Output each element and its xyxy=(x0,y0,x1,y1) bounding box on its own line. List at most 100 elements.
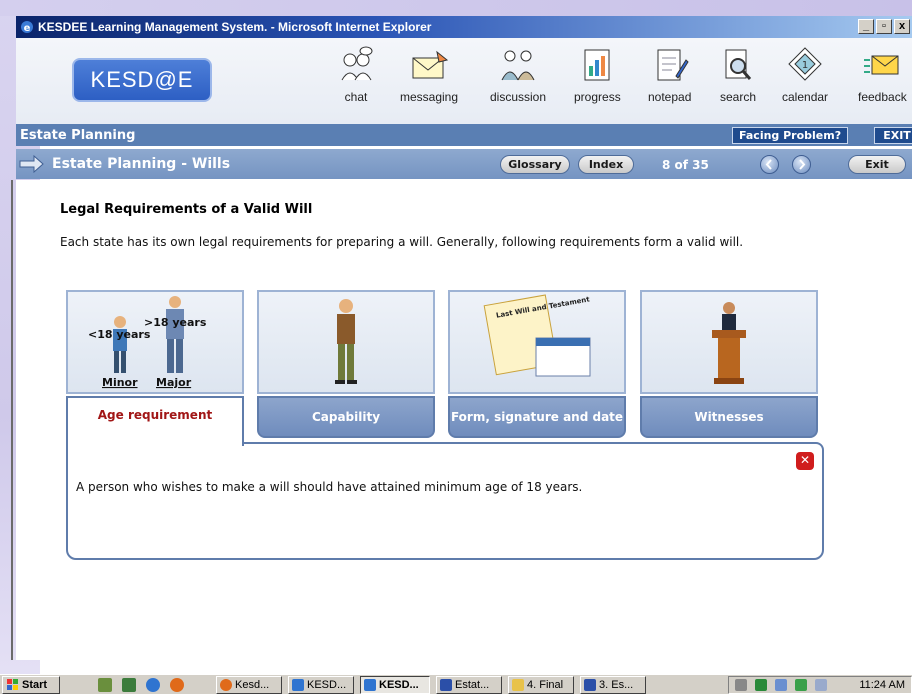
card-image-capability[interactable] xyxy=(257,290,435,394)
maximize-button[interactable]: ▫ xyxy=(876,19,892,34)
app-header: KESD@E chat messaging discussion progres… xyxy=(16,38,912,124)
calendar-icon: 1 xyxy=(788,47,822,81)
window-titlebar[interactable]: e KESDEE Learning Management System. - M… xyxy=(16,16,912,38)
notepad-icon xyxy=(657,49,689,81)
task-label-2: KESD... xyxy=(307,679,347,691)
toolbar-discussion-label: discussion xyxy=(490,90,547,104)
window-title: KESDEE Learning Management System. - Mic… xyxy=(38,20,432,34)
task-button-4[interactable]: Estat... xyxy=(436,676,502,694)
windows-taskbar: Start Kesd... KESD... KESD... Estat... 4… xyxy=(0,674,912,694)
minor-major-figures-image: <18 years >18 years Minor Major xyxy=(88,296,207,389)
podium-speaker-image xyxy=(712,302,746,384)
toolbar-search-label: search xyxy=(719,90,757,104)
network-icon[interactable] xyxy=(755,679,767,691)
word-icon xyxy=(440,679,452,691)
lesson-nav-bar: Estate Planning - Wills Glossary Index 8… xyxy=(16,149,912,179)
exit-lesson-button[interactable]: Exit xyxy=(848,155,906,174)
index-button[interactable]: Index xyxy=(578,155,634,174)
exit-button-top[interactable]: EXIT xyxy=(874,127,912,144)
tab-form-signature-date[interactable]: Form, signature and date xyxy=(448,396,626,438)
kesdee-logo: KESD@E xyxy=(72,58,212,102)
tray-shield-icon[interactable] xyxy=(795,679,807,691)
chevron-left-icon xyxy=(765,159,772,170)
task-label-1: Kesd... xyxy=(235,679,270,691)
panel-text: A person who wishes to make a will shoul… xyxy=(76,480,583,494)
toolbar-notepad-label: notepad xyxy=(648,90,692,104)
tray-app-icon[interactable] xyxy=(775,679,787,691)
card-image-age[interactable]: <18 years >18 years Minor Major xyxy=(66,290,244,394)
discussion-icon xyxy=(501,50,535,81)
minor-label: Minor xyxy=(102,376,138,389)
close-window-button[interactable]: x xyxy=(894,19,910,34)
task-button-1[interactable]: Kesd... xyxy=(216,676,282,694)
ie-icon xyxy=(292,679,304,691)
tab-witnesses[interactable]: Witnesses xyxy=(640,396,818,438)
section-bar: Estate Planning Facing Problem? EXIT xyxy=(16,124,912,146)
lesson-heading: Legal Requirements of a Valid Will xyxy=(60,202,313,217)
ie-icon: e xyxy=(21,21,33,34)
quicklaunch-firefox-icon[interactable] xyxy=(170,678,184,692)
toolbar-calendar[interactable]: 1 calendar xyxy=(782,46,828,104)
toolbar-search[interactable]: search xyxy=(718,46,758,104)
minimize-button[interactable]: _ xyxy=(858,19,874,34)
svg-text:1: 1 xyxy=(802,60,808,71)
lesson-intro: Each state has its own legal requirement… xyxy=(60,235,744,249)
task-button-6[interactable]: 3. Es... xyxy=(580,676,646,694)
toolbar-chat-label: chat xyxy=(344,90,368,104)
system-tray: 11:24 AM xyxy=(728,676,912,694)
chat-icon xyxy=(341,46,373,81)
start-button[interactable]: Start xyxy=(2,676,60,694)
task-label-3: KESD... xyxy=(379,679,419,691)
windows-logo-icon xyxy=(7,679,18,690)
task-label-4: Estat... xyxy=(455,679,490,691)
tab-age-requirement[interactable]: Age requirement xyxy=(66,396,244,446)
toolbar-feedback-label: feedback xyxy=(858,90,907,104)
folder-icon xyxy=(512,679,524,691)
will-document-image: Last Will and Testament xyxy=(483,294,591,377)
quicklaunch-desktop-icon[interactable] xyxy=(98,678,112,692)
task-label-6: 3. Es... xyxy=(599,679,634,691)
card-image-form[interactable]: Last Will and Testament xyxy=(448,290,626,394)
taskbar-clock: 11:24 AM xyxy=(859,679,905,691)
feedback-icon xyxy=(864,55,899,75)
task-button-5[interactable]: 4. Final xyxy=(508,676,574,694)
task-button-2[interactable]: KESD... xyxy=(288,676,354,694)
businessman-figure-image xyxy=(335,299,357,384)
glossary-button[interactable]: Glossary xyxy=(500,155,570,174)
desktop-background-top xyxy=(0,0,912,16)
svg-text:e: e xyxy=(24,23,31,34)
firefox-icon xyxy=(220,679,232,691)
lesson-content: Legal Requirements of a Valid Will Each … xyxy=(16,180,912,660)
toolbar-progress[interactable]: progress xyxy=(574,46,621,104)
word-icon xyxy=(584,679,596,691)
toolbar-discussion[interactable]: discussion xyxy=(490,46,546,104)
previous-page-button[interactable] xyxy=(760,155,779,174)
quicklaunch-app-icon[interactable] xyxy=(122,678,136,692)
volume-icon[interactable] xyxy=(735,679,747,691)
tab-capability[interactable]: Capability xyxy=(257,396,435,438)
progress-icon xyxy=(584,49,610,81)
toolbar-feedback[interactable]: feedback xyxy=(858,46,907,104)
card-image-witnesses[interactable] xyxy=(640,290,818,394)
major-age-label: >18 years xyxy=(144,316,207,329)
search-icon xyxy=(725,49,752,80)
start-label: Start xyxy=(22,679,48,691)
task-button-3[interactable]: KESD... xyxy=(360,676,430,694)
toolbar-messaging[interactable]: messaging xyxy=(400,46,458,104)
page-indicator: 8 of 35 xyxy=(662,158,709,172)
tab-content-panel: ✕ A person who wishes to make a will sho… xyxy=(66,442,824,560)
window-left-border xyxy=(11,180,13,660)
toolbar-chat[interactable]: chat xyxy=(336,46,376,104)
toolbar-messaging-label: messaging xyxy=(400,90,459,104)
facing-problem-button[interactable]: Facing Problem? xyxy=(732,127,849,144)
tray-misc-icon[interactable] xyxy=(815,679,827,691)
toolbar-calendar-label: calendar xyxy=(782,90,829,104)
toolbar-notepad[interactable]: notepad xyxy=(648,46,691,104)
ie-icon xyxy=(364,679,376,691)
next-page-button[interactable] xyxy=(792,155,811,174)
major-label: Major xyxy=(156,376,192,389)
task-label-5: 4. Final xyxy=(527,679,564,691)
close-panel-button[interactable]: ✕ xyxy=(796,452,814,470)
chevron-right-icon xyxy=(799,159,806,170)
quicklaunch-ie-icon[interactable] xyxy=(146,678,160,692)
